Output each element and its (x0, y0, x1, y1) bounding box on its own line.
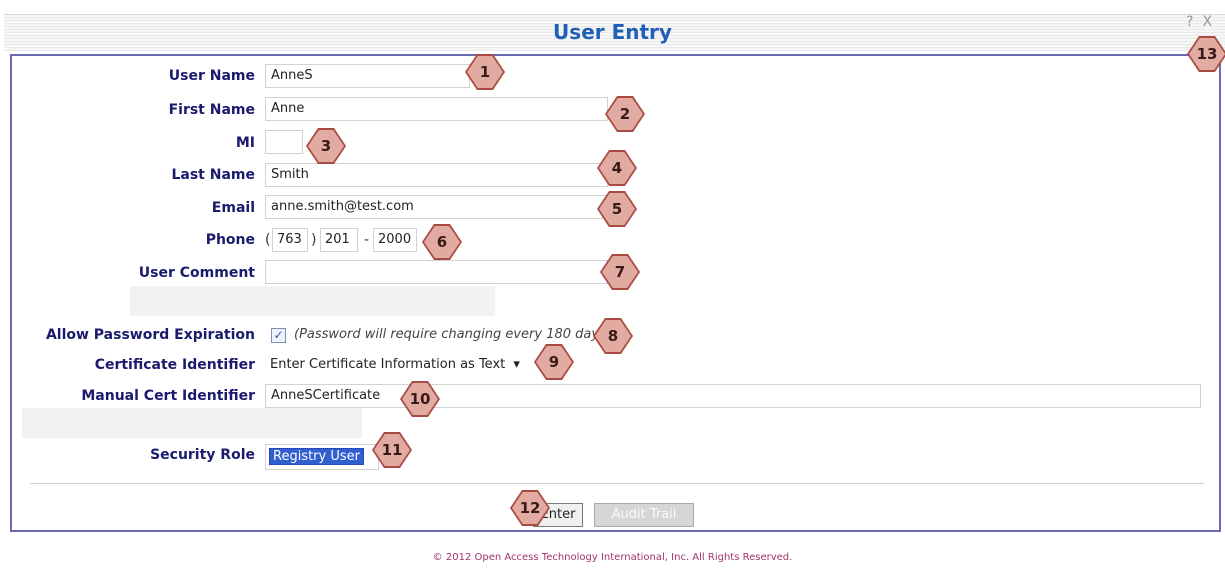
phone-close-paren: ) (311, 232, 317, 248)
phone-open-paren: ( (265, 232, 271, 248)
first-name-input[interactable]: Anne (265, 97, 608, 121)
phone-dash: - (364, 232, 370, 248)
window-controls: ?X (1186, 14, 1221, 30)
allow-password-expiration-label: Allow Password Expiration (45, 327, 255, 343)
phone-label: Phone (205, 232, 255, 248)
copyright-footer: © 2012 Open Access Technology Internatio… (432, 552, 793, 563)
phone-line-input[interactable]: 2000 (373, 228, 417, 252)
security-role-select[interactable]: Registry User (265, 444, 379, 470)
security-role-label: Security Role (150, 447, 255, 463)
close-button[interactable]: X (1202, 14, 1221, 30)
user-comment-label: User Comment (138, 265, 255, 281)
last-name-input[interactable]: Smith (265, 163, 608, 187)
first-name-label: First Name (168, 102, 255, 118)
email-input[interactable]: anne.smith@test.com (265, 195, 608, 219)
certificate-identifier-value: Enter Certificate Information as Text (270, 357, 506, 372)
password-expiration-note: (Password will require changing every 18… (294, 327, 611, 342)
certificate-identifier-label: Certificate Identifier (94, 357, 255, 373)
phone-area-code-input[interactable]: 763 (272, 228, 308, 252)
footer-separator (30, 483, 1204, 484)
comment-area-background (130, 286, 495, 316)
manual-cert-identifier-label: Manual Cert Identifier (81, 388, 255, 404)
chevron-down-icon: ▾ (513, 357, 520, 372)
user-name-label: User Name (168, 68, 255, 84)
allow-password-expiration-checkbox[interactable]: ✓ (271, 328, 286, 343)
user-name-input[interactable]: AnneS (265, 64, 470, 88)
user-comment-input[interactable] (265, 260, 608, 284)
cert-area-background (22, 408, 362, 438)
audit-trail-button[interactable]: Audit Trail (594, 503, 694, 527)
security-role-value: Registry User (269, 448, 364, 465)
certificate-identifier-select[interactable]: Enter Certificate Information as Text ▾ (270, 357, 520, 372)
help-button[interactable]: ? (1186, 14, 1202, 30)
phone-prefix-input[interactable]: 201 (320, 228, 358, 252)
mi-label: MI (235, 135, 255, 151)
mi-input[interactable] (265, 130, 303, 154)
last-name-label: Last Name (171, 167, 255, 183)
email-label: Email (211, 200, 255, 216)
dialog-title: User Entry (553, 20, 672, 44)
